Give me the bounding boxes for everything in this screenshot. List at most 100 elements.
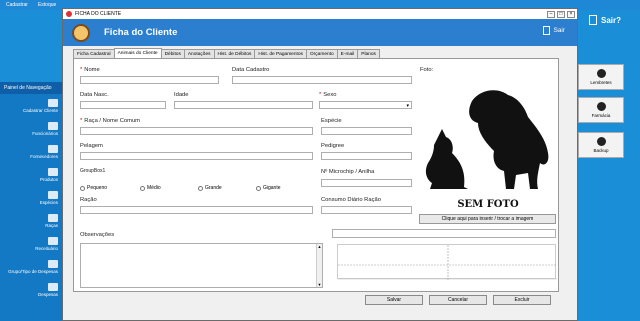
racao-field[interactable] <box>80 206 313 214</box>
tab-hist-pagamentos[interactable]: Hist. de Pagamentos <box>254 49 307 58</box>
idade-field[interactable] <box>174 101 313 109</box>
app-exit-button[interactable]: Sair? <box>589 15 621 25</box>
tab-ficha-cadastral[interactable]: Ficha Cadastral <box>73 49 115 58</box>
sexo-select[interactable]: ▾ <box>319 101 412 109</box>
sidebar-item-racas[interactable]: Raças <box>0 209 62 232</box>
nome-label: * Nome <box>80 67 100 73</box>
microchip-label: Nº Microchip / Anilha <box>321 169 375 175</box>
dialog-header: Ficha do Cliente Sair <box>63 19 577 46</box>
radio-gigante[interactable]: Gigante <box>256 185 281 191</box>
panel-title: Painel de Navegação <box>0 82 62 94</box>
navigation-sidebar: Painel de Navegação Cadastrar Cliente Fu… <box>0 82 62 321</box>
groupbox-label: GroupBox1 <box>80 168 106 174</box>
data-cadastro-label: Data Cadastro <box>232 67 270 73</box>
data-nasc-label: Data Nasc. <box>80 92 109 98</box>
pelagem-label: Pelagem <box>80 143 103 149</box>
especie-field[interactable] <box>321 127 412 135</box>
user-avatar-icon <box>72 23 90 42</box>
data-cadastro-field[interactable] <box>232 76 412 84</box>
sexo-label: * Sexo <box>319 92 337 98</box>
minimize-button[interactable]: – <box>547 10 555 18</box>
consumo-field[interactable] <box>321 206 412 214</box>
syringe-icon <box>596 102 606 111</box>
sidebar-item-funcionarios[interactable]: Funcionários <box>0 117 62 140</box>
money-icon <box>48 282 58 291</box>
pelagem-field[interactable] <box>80 152 313 160</box>
sidebar-item-produtos[interactable]: Produtos <box>0 163 62 186</box>
prescription-icon <box>48 236 58 245</box>
tab-debitos[interactable]: Débitos <box>160 49 185 58</box>
nome-field[interactable] <box>80 76 219 84</box>
data-nasc-field[interactable] <box>80 101 166 109</box>
observacoes-label: Observações <box>80 232 115 238</box>
consumo-label: Consumo Diário Ração <box>321 197 381 203</box>
tab-anotacoes[interactable]: Anotações <box>183 49 215 58</box>
insert-photo-button[interactable]: Clique aqui para inserir / trocar a imag… <box>419 214 556 224</box>
extra-input-field[interactable] <box>332 229 556 238</box>
pet-photo[interactable]: SEM FOTO <box>420 83 556 210</box>
employees-icon <box>48 121 58 130</box>
raca-field[interactable] <box>80 127 313 135</box>
graph-axes <box>338 245 557 280</box>
sidebar-item-despesas[interactable]: Despesas <box>0 278 62 301</box>
user-icon <box>48 98 58 107</box>
size-groupbox: Pequeno Médio Grande Gigante <box>80 175 313 196</box>
maximize-button[interactable]: □ <box>557 10 565 18</box>
sidebar-item-fornecedores[interactable]: Fornecedores <box>0 140 62 163</box>
pedigree-field[interactable] <box>321 152 412 160</box>
foto-label: Foto: <box>420 67 434 73</box>
truck-icon <box>48 144 58 153</box>
dog-and-cat-silhouette-icon: SEM FOTO <box>425 90 549 210</box>
tab-planos[interactable]: Planos <box>357 49 380 58</box>
observacoes-scrollbar[interactable]: ▲ ▼ <box>316 244 322 287</box>
exit-door-icon <box>543 26 551 35</box>
paw-icon <box>48 190 58 199</box>
tab-animais-do-cliente[interactable]: Animais do Cliente <box>113 48 162 58</box>
delete-button[interactable]: Excluir <box>493 295 551 305</box>
sidebar-item-grupo-despesas[interactable]: Grupo/Tipo de Despesas <box>0 255 62 278</box>
weight-graph-area <box>337 244 557 280</box>
observacoes-textarea[interactable]: ▲ ▼ <box>80 243 323 288</box>
tab-strip: Ficha Cadastral Animais do Cliente Débit… <box>73 48 380 58</box>
group-icon <box>48 259 58 268</box>
radio-grande[interactable]: Grande <box>198 185 222 191</box>
menu-estoque[interactable]: Estoque <box>38 2 56 8</box>
farmacia-button[interactable]: Farmácia <box>578 97 624 123</box>
microchip-field[interactable] <box>321 179 412 187</box>
dog-icon <box>48 213 58 222</box>
tab-orcamento[interactable]: Orçamento <box>305 49 338 58</box>
cancel-button[interactable]: Cancelar <box>429 295 487 305</box>
raca-label: * Raça / Nome Comum <box>80 118 140 124</box>
backup-button[interactable]: Backup <box>578 132 624 158</box>
photo-caption: SEM FOTO <box>457 199 519 209</box>
products-icon <box>48 167 58 176</box>
reminder-icon <box>596 69 606 78</box>
ficha-cliente-dialog: FICHA DO CLIENTE – □ × Ficha do Cliente … <box>62 8 578 321</box>
especie-label: Espécie <box>321 118 342 124</box>
window-icon <box>66 11 72 17</box>
sidebar-item-especies[interactable]: Espécies <box>0 186 62 209</box>
cloud-upload-icon <box>596 137 606 146</box>
window-titlebar: FICHA DO CLIENTE – □ × <box>63 9 577 19</box>
idade-label: Idade <box>174 92 189 98</box>
sidebar-item-receituario[interactable]: Receituário <box>0 232 62 255</box>
dialog-heading: Ficha do Cliente <box>104 27 178 38</box>
menu-cadastrar[interactable]: Cadastrar <box>6 2 28 8</box>
pedigree-label: Pedigree <box>321 143 345 149</box>
animais-tab-panel: * Nome Data Cadastro Foto: Data Nasc. Ida… <box>73 58 559 292</box>
tab-hist-debitos[interactable]: Hist. de Débitos <box>213 49 256 58</box>
close-button[interactable]: × <box>567 10 575 18</box>
chevron-down-icon: ▾ <box>406 103 409 109</box>
right-panel <box>578 10 640 321</box>
save-button[interactable]: Salvar <box>365 295 423 305</box>
lembretes-button[interactable]: Lembretes <box>578 64 624 90</box>
dialog-exit-button[interactable]: Sair <box>543 26 565 35</box>
tab-email[interactable]: E-mail <box>336 49 359 58</box>
scroll-down-icon[interactable]: ▼ <box>317 282 322 287</box>
exit-door-icon <box>589 15 597 25</box>
radio-pequeno[interactable]: Pequeno <box>80 185 107 191</box>
scroll-up-icon[interactable]: ▲ <box>317 244 322 249</box>
sidebar-item-cadastrar-cliente[interactable]: Cadastrar Cliente <box>0 94 62 117</box>
racao-label: Ração <box>80 197 97 203</box>
radio-medio[interactable]: Médio <box>140 185 161 191</box>
